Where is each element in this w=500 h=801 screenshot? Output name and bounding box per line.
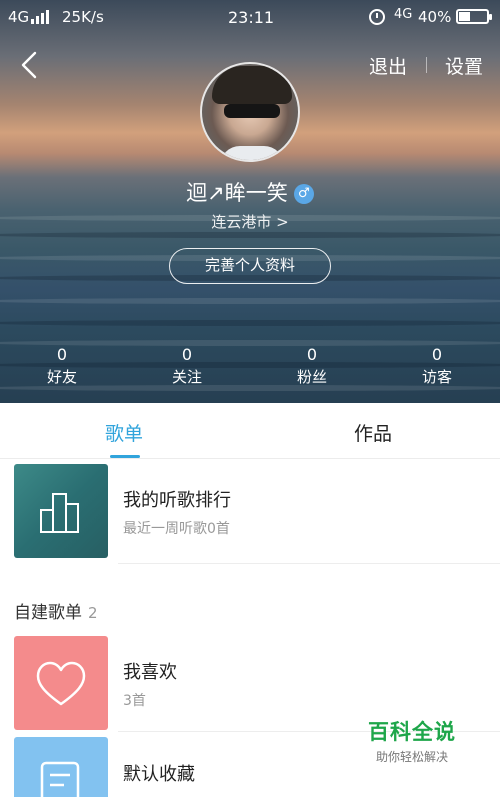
header-divider bbox=[426, 57, 427, 73]
liked-playlist-thumbnail[interactable] bbox=[14, 636, 108, 730]
stat-following[interactable]: 0 关注 bbox=[147, 345, 227, 387]
tab-bar: 歌单 作品 bbox=[0, 403, 500, 459]
stat-friends[interactable]: 0 好友 bbox=[22, 345, 102, 387]
watermark-title: 百科全说 bbox=[368, 720, 456, 744]
network-type-right: 4G bbox=[394, 7, 413, 22]
section-count: 2 bbox=[88, 604, 98, 622]
stat-value: 0 bbox=[56, 345, 68, 364]
stat-label: 好友 bbox=[46, 368, 77, 386]
stat-fans[interactable]: 0 粉丝 bbox=[272, 345, 352, 387]
alarm-icon bbox=[369, 9, 385, 25]
status-bar: 4G 25K/s 23:11 4G 40% bbox=[0, 0, 500, 34]
stat-value: 0 bbox=[306, 345, 318, 364]
city-link[interactable]: 连云港市 > bbox=[0, 211, 500, 232]
playlist-subtitle: 3首 bbox=[123, 693, 146, 709]
profile-name: 迴↗眸一笑 bbox=[186, 181, 288, 205]
sea-wave bbox=[0, 232, 500, 238]
section-title: 自建歌单 bbox=[14, 603, 82, 623]
ranking-thumbnail[interactable] bbox=[14, 464, 108, 558]
stat-value: 0 bbox=[181, 345, 193, 364]
network-type: 4G bbox=[8, 8, 30, 26]
section-header: 自建歌单 2 bbox=[14, 598, 98, 623]
tab-works[interactable]: 作品 bbox=[354, 419, 392, 446]
bar-chart-icon bbox=[40, 493, 79, 533]
stat-visitors[interactable]: 0 访客 bbox=[397, 345, 477, 387]
watermark-logo: 百科全说 助你轻松解决 bbox=[352, 716, 472, 764]
logout-button[interactable]: 退出 bbox=[369, 52, 407, 79]
row-divider bbox=[118, 563, 500, 564]
watermark-subtitle: 助你轻松解决 bbox=[375, 750, 448, 764]
avatar[interactable] bbox=[200, 62, 300, 162]
tab-playlists[interactable]: 歌单 bbox=[105, 419, 143, 446]
stat-value: 0 bbox=[431, 345, 443, 364]
network-speed: 25K/s bbox=[62, 8, 104, 26]
stat-label: 关注 bbox=[171, 368, 202, 386]
collection-playlist-thumbnail[interactable] bbox=[14, 737, 108, 801]
sea-wave bbox=[0, 298, 500, 304]
ranking-title[interactable]: 我的听歌排行 bbox=[123, 486, 231, 512]
back-arrow-icon[interactable] bbox=[16, 50, 46, 80]
battery-percent: 40% bbox=[418, 8, 452, 26]
stat-label: 访客 bbox=[421, 368, 452, 386]
playlist-title[interactable]: 默认收藏 bbox=[123, 760, 195, 786]
heart-icon bbox=[36, 661, 86, 706]
tab-divider bbox=[0, 458, 500, 459]
clock: 23:11 bbox=[228, 8, 275, 27]
note-icon bbox=[40, 761, 80, 801]
complete-profile-button[interactable]: 完善个人资料 bbox=[169, 248, 331, 284]
male-gender-icon: ♂ bbox=[293, 184, 314, 204]
settings-button[interactable]: 设置 bbox=[445, 52, 483, 79]
playlist-title[interactable]: 我喜欢 bbox=[123, 658, 177, 684]
sea-wave bbox=[0, 320, 500, 326]
stat-label: 粉丝 bbox=[296, 368, 327, 386]
profile-name-row: 迴↗眸一笑 ♂ bbox=[0, 177, 500, 207]
ranking-subtitle: 最近一周听歌0首 bbox=[123, 521, 230, 537]
battery-icon bbox=[456, 9, 492, 24]
signal-icon bbox=[31, 10, 51, 24]
